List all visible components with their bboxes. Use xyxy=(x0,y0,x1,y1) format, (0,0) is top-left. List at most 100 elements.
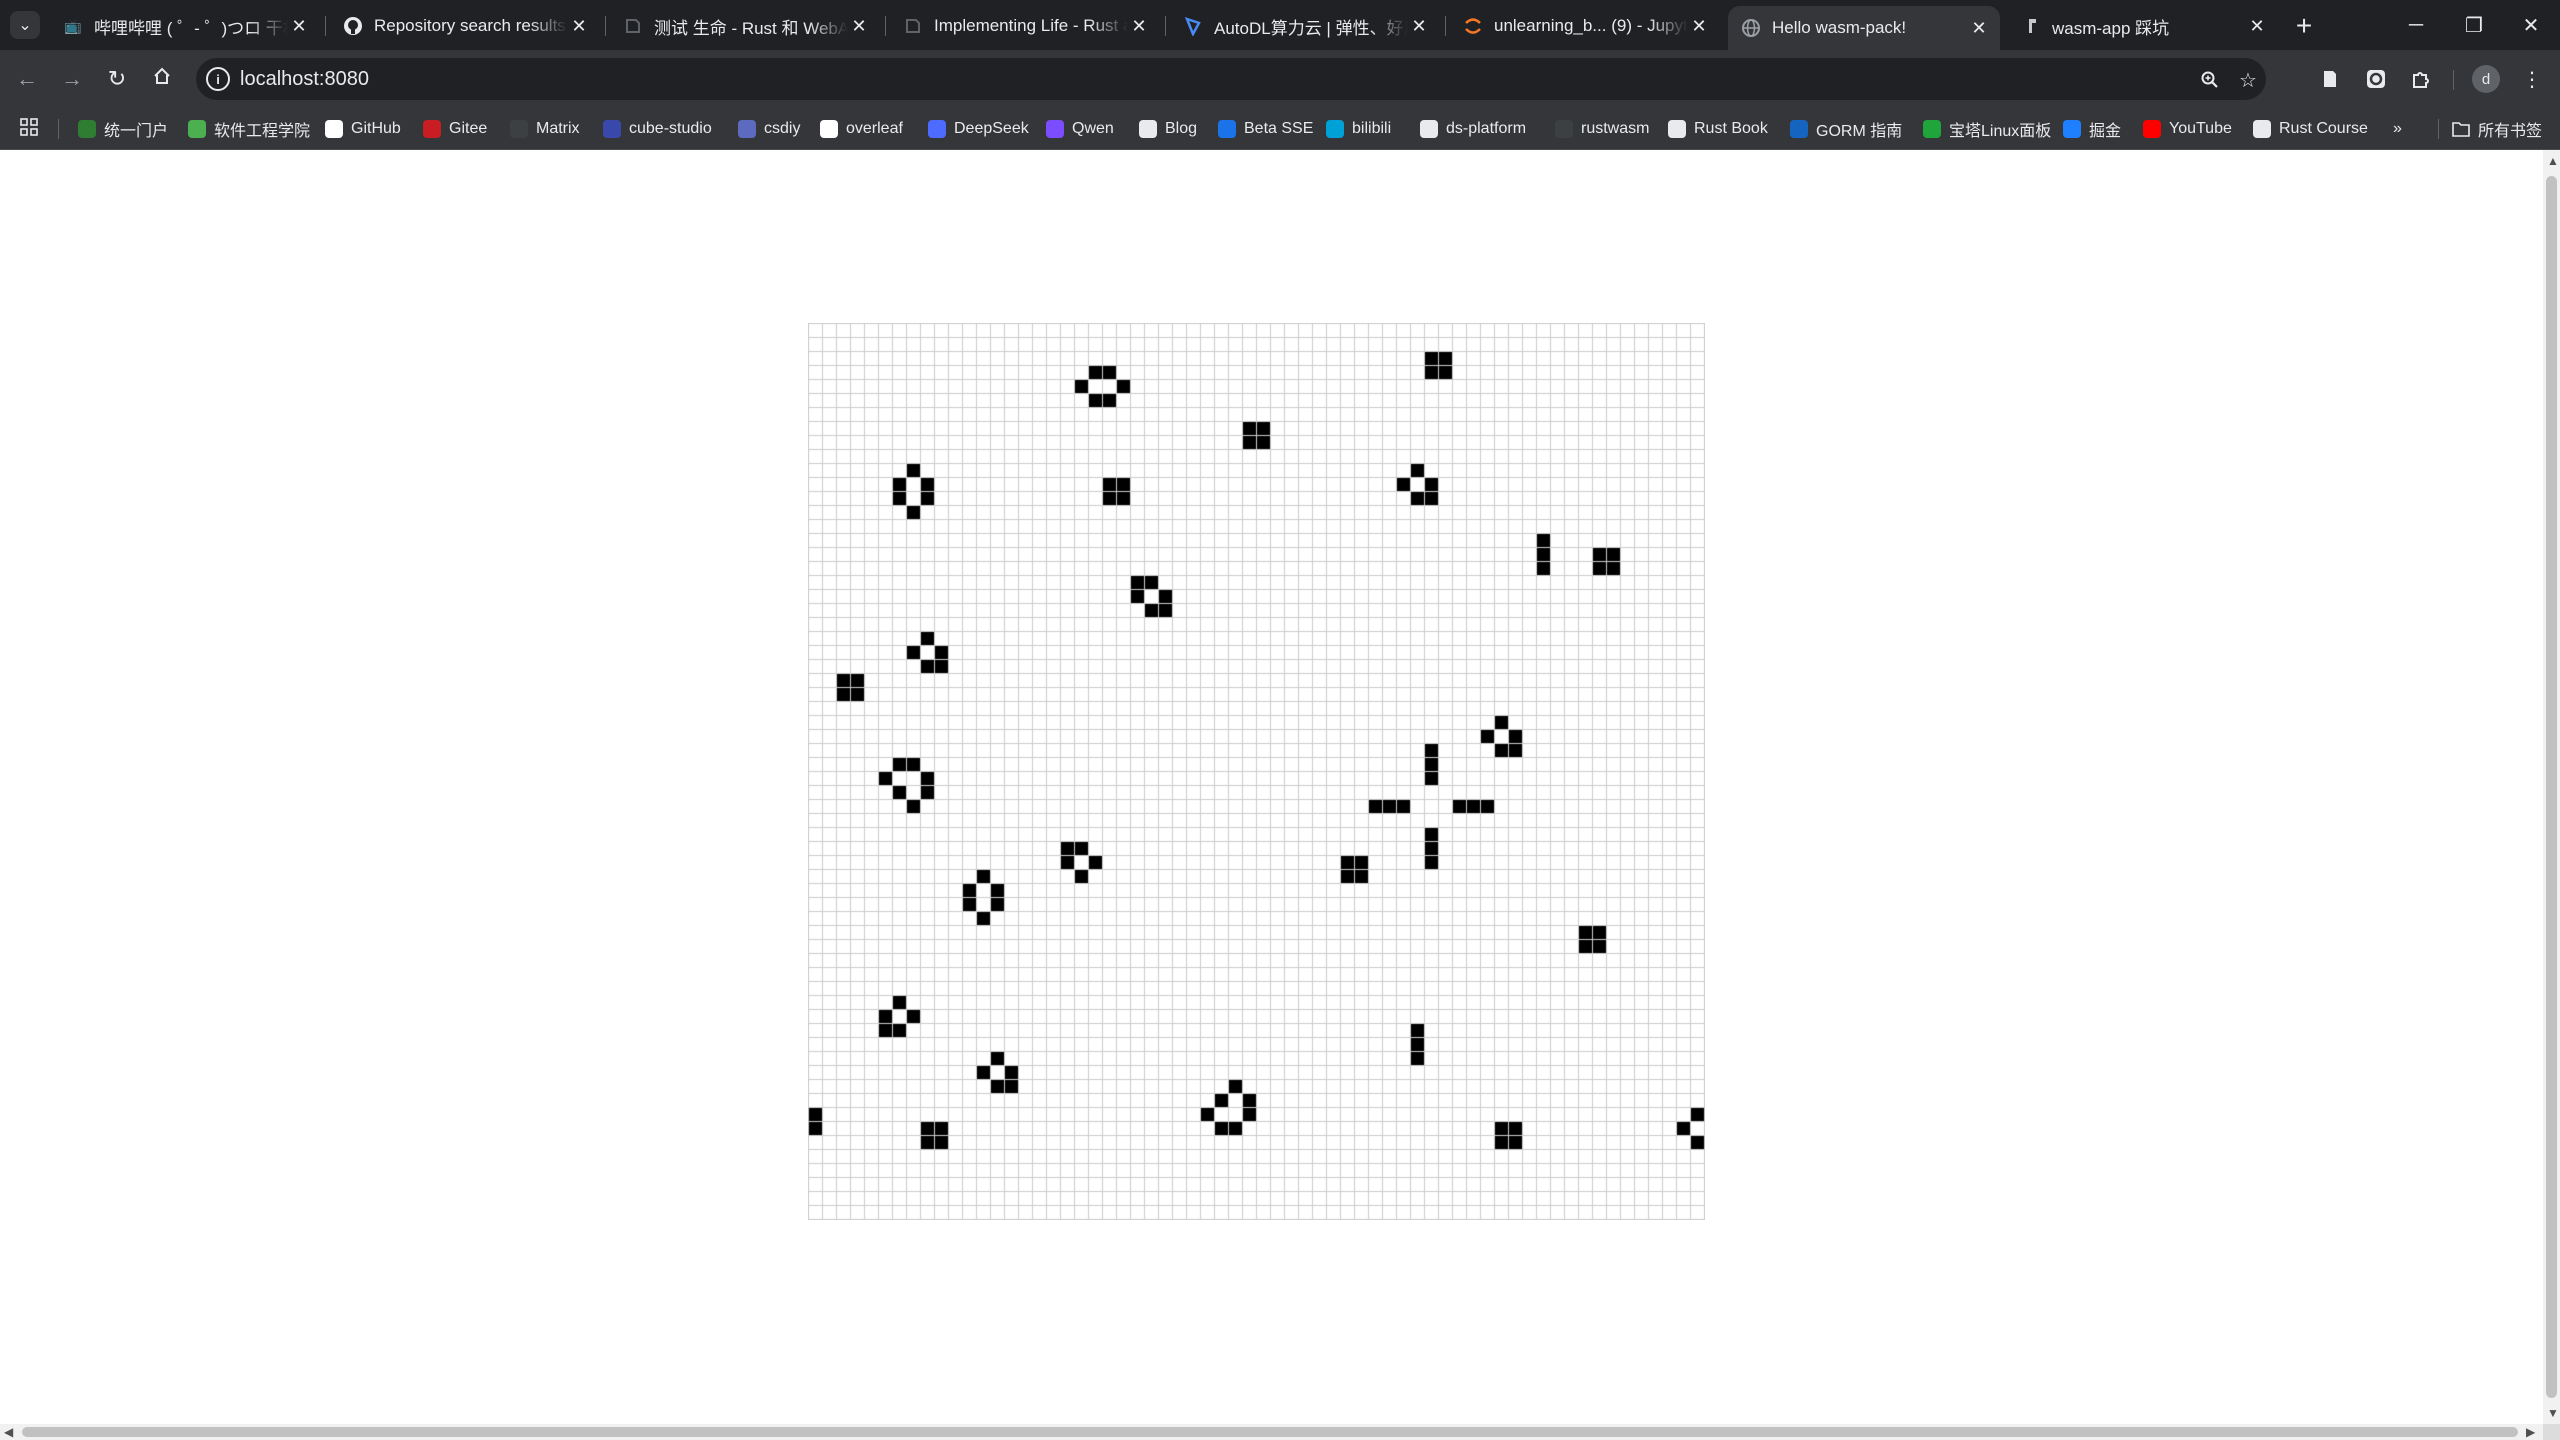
tab-separator xyxy=(605,16,606,36)
bookmark-label: csdiy xyxy=(764,120,801,137)
bookmark-item[interactable]: Qwen xyxy=(1046,116,1114,142)
scroll-down-icon[interactable]: ▼ xyxy=(2547,1406,2559,1420)
bookmark-item[interactable]: ds-platform xyxy=(1420,116,1526,142)
apps-grid-button[interactable] xyxy=(20,116,38,142)
close-tab-icon[interactable]: ✕ xyxy=(1408,16,1430,37)
profile-avatar[interactable]: d xyxy=(2472,65,2500,93)
tab-wasm-app[interactable]: wasm-app 踩坑 ✕ xyxy=(2008,6,2278,46)
game-of-life-canvas[interactable] xyxy=(808,323,1705,1220)
forward-button[interactable]: → xyxy=(54,61,90,97)
bookmark-item[interactable]: 软件工程学院 xyxy=(188,116,310,142)
all-bookmarks-folder[interactable]: 所有书签 xyxy=(2452,116,2542,142)
tab-hello-wasm-pack[interactable]: Hello wasm-pack! ✕ xyxy=(1728,6,2000,50)
tab-autodl[interactable]: AutoDL算力云 | 弹性、好用、 ✕ xyxy=(1170,6,1440,46)
bookmark-item[interactable]: YouTube xyxy=(2143,116,2232,142)
bookmark-item[interactable]: Beta SSE xyxy=(1218,116,1313,142)
bookmark-item[interactable]: Gitee xyxy=(423,116,487,142)
address-bar[interactable]: i localhost:8080 ☆ xyxy=(196,58,2266,100)
bookmark-label: 掘金 xyxy=(2089,123,2122,140)
bookmark-item[interactable]: DeepSeek xyxy=(928,116,1029,142)
toolbar-separator xyxy=(2453,70,2454,90)
extension-icon[interactable] xyxy=(2360,63,2392,95)
scroll-right-icon[interactable]: ▶ xyxy=(2526,1425,2535,1439)
bookmark-label: 软件工程学院 xyxy=(214,123,311,140)
bookmark-label: overleaf xyxy=(846,120,903,137)
bookmarks-bar: 统一门户 软件工程学院 GitHub Gitee Matrix cube-studio cs… xyxy=(0,108,2560,150)
new-tab-button[interactable]: + xyxy=(2288,10,2320,42)
minimize-button[interactable]: ─ xyxy=(2393,6,2439,44)
bookmark-item[interactable]: bilibili xyxy=(1326,116,1391,142)
bookmark-item[interactable]: Blog xyxy=(1139,116,1197,142)
reload-button[interactable]: ↻ xyxy=(99,61,135,97)
bookmark-item[interactable]: Rust Book xyxy=(1668,116,1768,142)
close-tab-icon[interactable]: ✕ xyxy=(2246,16,2268,37)
bookmark-item[interactable]: GORM 指南 xyxy=(1790,116,1902,142)
close-tab-icon[interactable]: ✕ xyxy=(1688,16,1710,37)
close-tab-icon[interactable]: ✕ xyxy=(848,16,870,37)
bookmark-label: rustwasm xyxy=(1581,120,1650,137)
bookmark-label: cube-studio xyxy=(629,120,712,137)
deepseek-icon xyxy=(928,120,946,138)
horizontal-scroll-thumb[interactable] xyxy=(22,1427,2518,1437)
ds-icon xyxy=(1420,120,1438,138)
bookmark-label: DeepSeek xyxy=(954,120,1029,137)
close-window-button[interactable]: ✕ xyxy=(2508,6,2554,44)
close-tab-icon[interactable]: ✕ xyxy=(1968,18,1990,39)
url-text[interactable]: localhost:8080 xyxy=(240,68,369,91)
close-tab-icon[interactable]: ✕ xyxy=(288,16,310,37)
scrollbar-corner xyxy=(2543,1424,2560,1440)
browser-toolbar: ← → ↻ i localhost:8080 ☆ d ⋮ xyxy=(0,50,2560,108)
tab-separator xyxy=(885,16,886,36)
bookmark-item[interactable]: 掘金 xyxy=(2063,116,2121,142)
close-tab-icon[interactable]: ✕ xyxy=(1128,16,1150,37)
tab-jupyter[interactable]: unlearning_b... (9) - Jupyter ✕ xyxy=(1450,6,1720,46)
tab-rust-wasm-life-cn[interactable]: 测试 生命 - Rust 和 WebAssembly ✕ xyxy=(610,6,880,46)
tab-search-button[interactable]: ⌄ xyxy=(10,11,40,39)
arrow-right-icon: → xyxy=(61,66,83,91)
bookmark-label: bilibili xyxy=(1352,120,1392,137)
tab-implementing-life[interactable]: Implementing Life - Rust and ✕ xyxy=(890,6,1160,46)
restore-icon: ❐ xyxy=(2465,14,2483,37)
restore-button[interactable]: ❐ xyxy=(2451,6,2497,44)
back-button[interactable]: ← xyxy=(9,61,45,97)
bookmark-item[interactable]: 统一门户 xyxy=(78,116,168,142)
tab-github-search[interactable]: Repository search results ✕ xyxy=(330,6,600,46)
puzzle-extensions-icon[interactable] xyxy=(2405,63,2437,95)
bookmark-label: ds-platform xyxy=(1446,120,1527,137)
bookmark-item[interactable]: 宝塔Linux面板 xyxy=(1923,116,2051,142)
folder-icon xyxy=(2452,120,2470,138)
bilibili-icon: 📺 xyxy=(64,17,82,34)
tab-separator xyxy=(1165,16,1166,36)
tab-strip: ⌄ 📺 哔哩哔哩 ( ゜- ゜)つロ 干杯~- ✕ Repository sea… xyxy=(0,0,2560,50)
scroll-left-icon[interactable]: ◀ xyxy=(4,1425,13,1439)
vertical-scroll-thumb[interactable] xyxy=(2546,176,2557,1398)
autodl-icon xyxy=(1182,15,1204,37)
bookmark-item[interactable]: cube-studio xyxy=(603,116,712,142)
bookmark-item[interactable]: overleaf xyxy=(820,116,903,142)
tab-separator xyxy=(1445,16,1446,36)
portal-icon xyxy=(78,120,96,138)
site-info-icon[interactable]: i xyxy=(206,67,230,91)
globe-icon xyxy=(1740,17,1762,39)
vertical-scrollbar[interactable]: ▲ ▼ xyxy=(2543,150,2560,1424)
more-bookmarks-button[interactable]: » xyxy=(2393,116,2402,142)
bookmark-item[interactable]: GitHub xyxy=(325,116,401,142)
overleaf-icon xyxy=(820,120,838,138)
github-icon xyxy=(342,15,364,37)
reading-list-icon[interactable] xyxy=(2314,63,2346,95)
home-button[interactable] xyxy=(144,61,180,97)
close-tab-icon[interactable]: ✕ xyxy=(568,16,590,37)
bookmark-item[interactable]: Matrix xyxy=(510,116,580,142)
bookmark-label: 宝塔Linux面板 xyxy=(1949,123,2052,140)
bookmark-item[interactable]: Rust Course xyxy=(2253,116,2368,142)
blog-icon xyxy=(1139,120,1157,138)
tab-title: unlearning_b... (9) - Jupyter xyxy=(1494,16,1688,35)
tab-bilibili[interactable]: 📺 哔哩哔哩 ( ゜- ゜)つロ 干杯~- ✕ xyxy=(50,6,320,46)
bookmark-item[interactable]: rustwasm xyxy=(1555,116,1649,142)
menu-kebab-icon[interactable]: ⋮ xyxy=(2516,63,2548,95)
zoom-icon[interactable] xyxy=(2196,66,2224,94)
scroll-up-icon[interactable]: ▲ xyxy=(2547,154,2559,168)
bookmark-item[interactable]: csdiy xyxy=(738,116,800,142)
horizontal-scrollbar[interactable]: ◀ ▶ xyxy=(0,1424,2543,1440)
star-bookmark-icon[interactable]: ☆ xyxy=(2234,66,2262,94)
